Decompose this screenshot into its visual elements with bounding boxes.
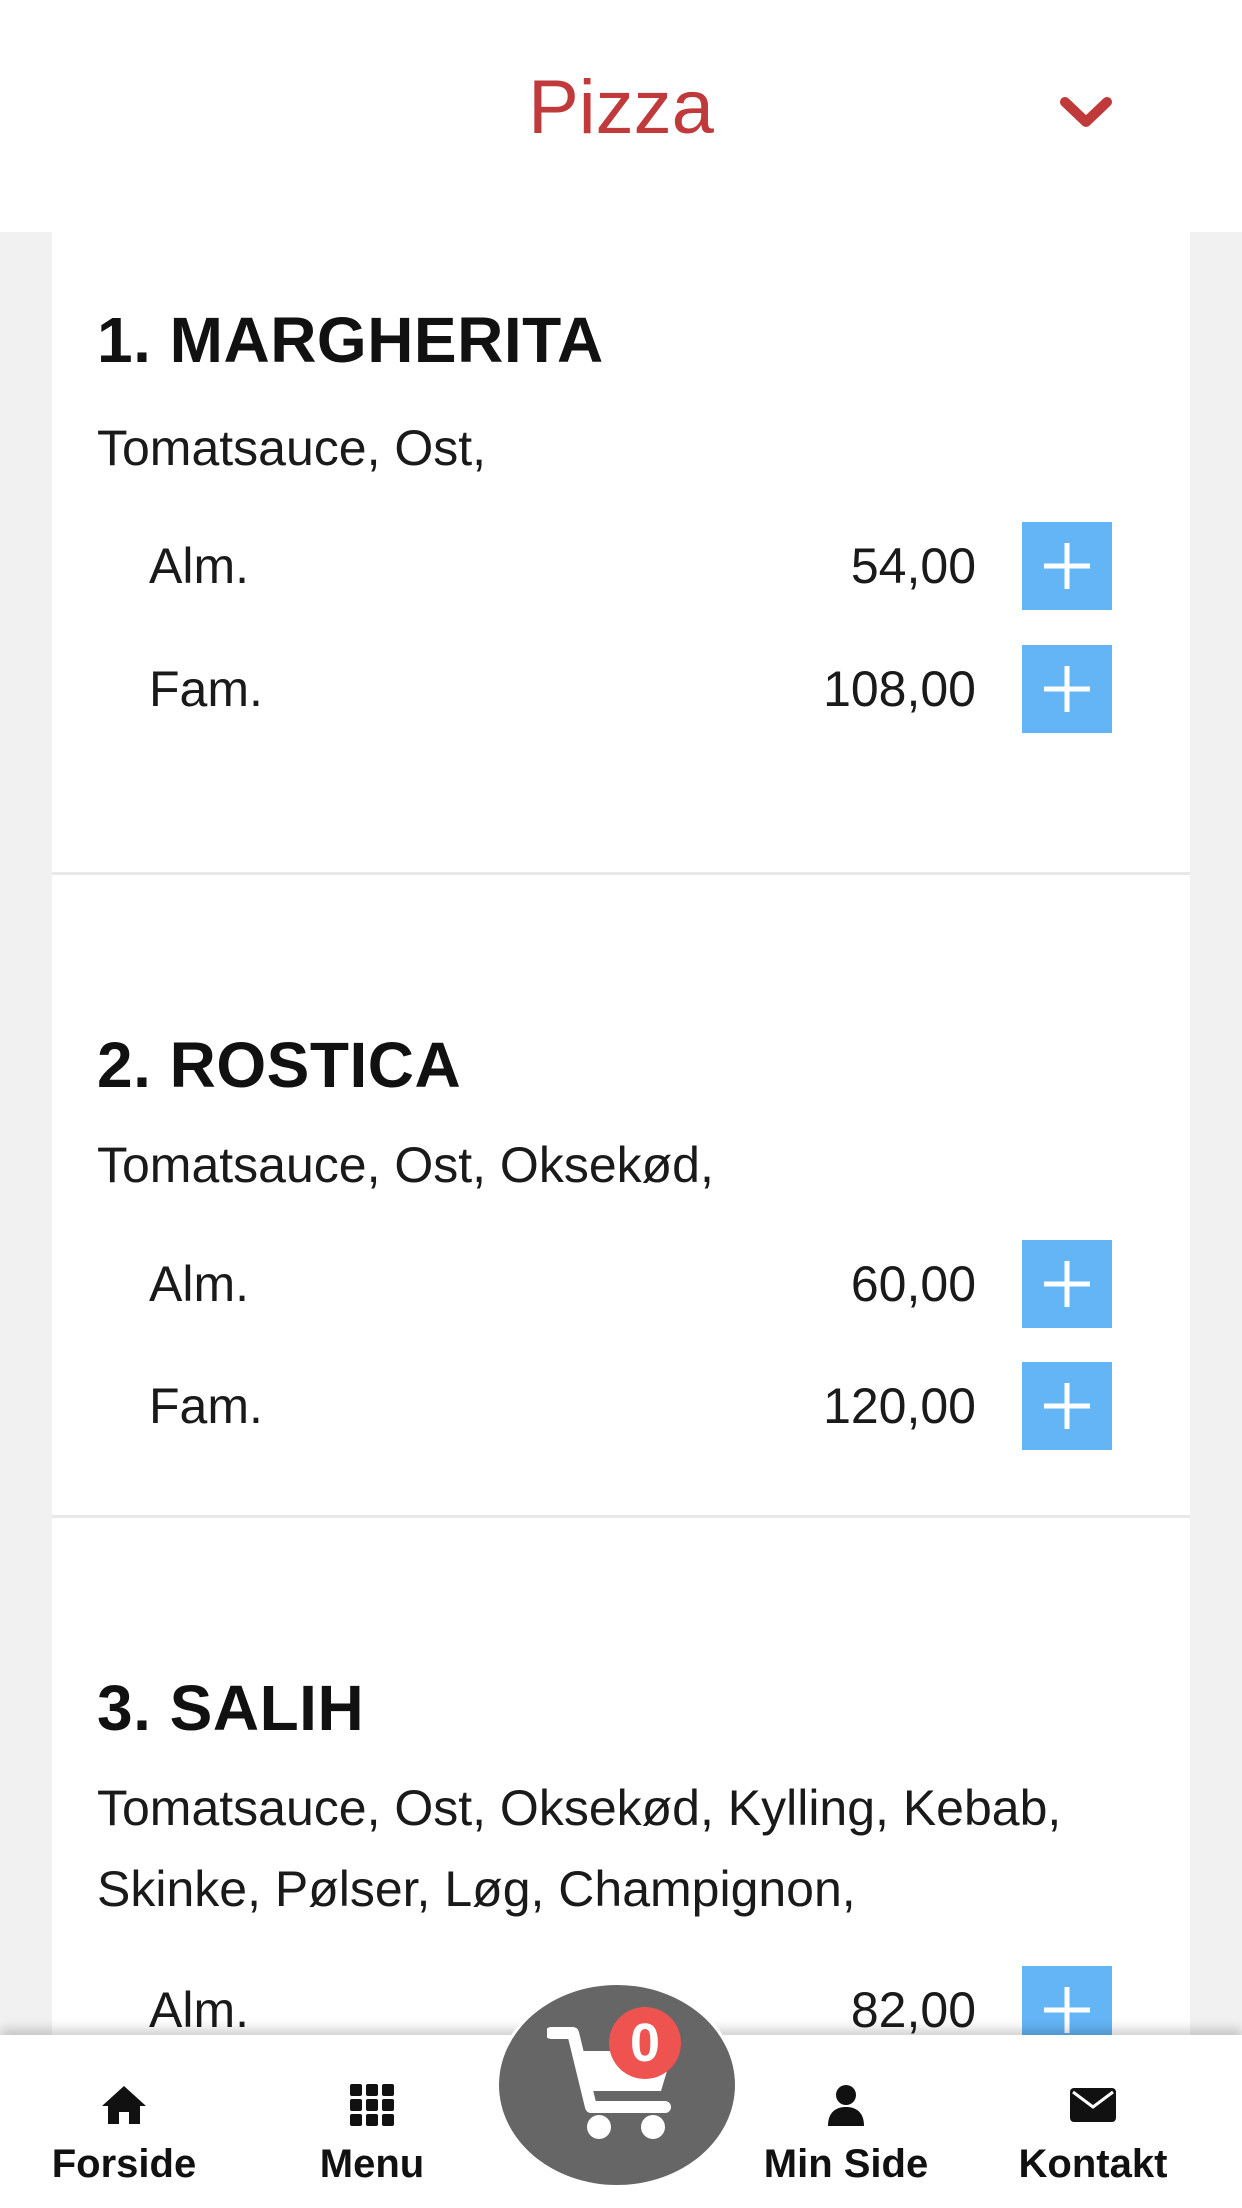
chevron-down-icon[interactable] bbox=[1052, 78, 1120, 146]
item-description: Tomatsauce, Ost, Oksekød, bbox=[97, 1137, 714, 1193]
size-label: Alm. bbox=[149, 1256, 249, 1312]
menu-list: 1. MARGHERITA Tomatsauce, Ost, Alm. 54,0… bbox=[52, 232, 1190, 2208]
item-description: Tomatsauce, Ost, bbox=[97, 420, 487, 476]
price-row: Alm. 54,00 bbox=[52, 522, 1190, 610]
menu-item: 2. ROSTICA Tomatsauce, Ost, Oksekød, Alm… bbox=[52, 875, 1190, 1518]
cart-count-badge: 0 bbox=[609, 2007, 681, 2079]
price-value: 120,00 bbox=[823, 1378, 976, 1434]
nav-item-forside[interactable]: Forside bbox=[0, 2035, 248, 2208]
price-row: Fam. 120,00 bbox=[52, 1362, 1190, 1450]
plus-icon bbox=[1044, 666, 1090, 712]
item-name: 1. MARGHERITA bbox=[97, 304, 604, 376]
menu-item: 1. MARGHERITA Tomatsauce, Ost, Alm. 54,0… bbox=[52, 232, 1190, 875]
user-icon bbox=[826, 2079, 866, 2131]
header: Pizza bbox=[0, 0, 1242, 232]
price-row: Alm. 60,00 bbox=[52, 1240, 1190, 1328]
nav-label: Menu bbox=[319, 2142, 425, 2186]
size-label: Fam. bbox=[149, 661, 263, 717]
nav-label: Kontakt bbox=[1018, 2142, 1168, 2186]
item-name: 2. ROSTICA bbox=[97, 1029, 462, 1101]
plus-icon bbox=[1044, 1261, 1090, 1307]
nav-item-menu[interactable]: Menu bbox=[248, 2035, 496, 2208]
nav-label: Forside bbox=[51, 2142, 197, 2186]
plus-icon bbox=[1044, 543, 1090, 589]
price-value: 108,00 bbox=[823, 661, 976, 717]
add-button[interactable] bbox=[1022, 1240, 1112, 1328]
item-description: Tomatsauce, Ost, Oksekød, Kylling, Kebab… bbox=[97, 1780, 1062, 1917]
nav-item-min-side[interactable]: Min Side bbox=[722, 2035, 970, 2208]
grid-icon bbox=[350, 2079, 394, 2131]
size-label: Fam. bbox=[149, 1378, 263, 1434]
plus-icon bbox=[1044, 1987, 1090, 2033]
home-icon bbox=[100, 2079, 148, 2131]
cart-button[interactable]: 0 bbox=[496, 1982, 738, 2188]
add-button[interactable] bbox=[1022, 645, 1112, 733]
size-label: Alm. bbox=[149, 538, 249, 594]
price-row: Fam. 108,00 bbox=[52, 645, 1190, 733]
price-value: 54,00 bbox=[850, 538, 976, 594]
price-value: 60,00 bbox=[850, 1256, 976, 1312]
envelope-icon bbox=[1070, 2079, 1116, 2131]
nav-item-kontakt[interactable]: Kontakt bbox=[970, 2035, 1216, 2208]
plus-icon bbox=[1044, 1383, 1090, 1429]
item-name: 3. SALIH bbox=[97, 1672, 365, 1744]
add-button[interactable] bbox=[1022, 1362, 1112, 1450]
nav-label: Min Side bbox=[763, 2142, 929, 2186]
add-button[interactable] bbox=[1022, 522, 1112, 610]
